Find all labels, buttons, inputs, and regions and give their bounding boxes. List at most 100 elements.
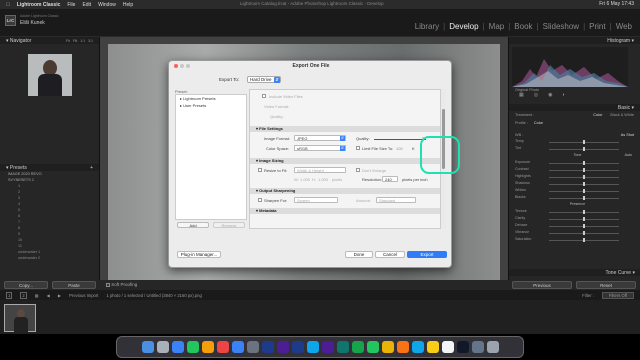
tone-auto-button[interactable]: Auto	[625, 153, 632, 157]
include-video-checkbox[interactable]	[262, 94, 266, 98]
presets-header[interactable]: ▾ Presets +	[0, 164, 99, 171]
file-settings-header[interactable]: ▾ File Settings	[250, 126, 440, 132]
navigator-header[interactable]: ▾ Navigator Fit Fill 1:1 3:1	[0, 37, 99, 44]
metadata-header[interactable]: ▾ Metadata	[250, 208, 440, 214]
height-value[interactable]: 1.000	[318, 177, 328, 182]
dock-app-icon[interactable]	[141, 341, 154, 353]
filter-select[interactable]: Filters Off	[601, 291, 634, 299]
add-preset-button[interactable]: Add	[177, 222, 209, 228]
reset-button[interactable]: Reset	[576, 281, 636, 289]
resize-checkbox[interactable]	[258, 168, 262, 172]
dock-app-icon[interactable]	[351, 341, 364, 353]
dock-app-icon[interactable]	[261, 341, 274, 353]
adjustment-slider[interactable]: Shadows	[509, 181, 640, 188]
wb-value[interactable]: As Shot	[621, 133, 634, 137]
adjustment-slider[interactable]: Whites	[509, 188, 640, 195]
histogram-header[interactable]: Histogram ▾	[509, 37, 640, 44]
sharpen-checkbox[interactable]	[258, 198, 262, 202]
cancel-button[interactable]: Cancel	[375, 251, 405, 258]
adjustment-slider[interactable]: Vibrance	[509, 230, 640, 237]
module-library[interactable]: Library	[415, 22, 439, 31]
crop-tool-icon[interactable]: ▦	[519, 92, 524, 104]
preset-user[interactable]: ▸ User Presets	[176, 102, 246, 109]
previous-import-label[interactable]: Previous Import	[69, 293, 98, 298]
adjustment-slider[interactable]: Contrast	[509, 167, 640, 174]
navigator-preview[interactable]	[28, 54, 72, 96]
heal-tool-icon[interactable]: ◎	[534, 92, 538, 104]
module-develop[interactable]: Develop	[449, 22, 478, 31]
grid-view-icon[interactable]: ▦	[35, 293, 39, 298]
copy-settings-button[interactable]: Copy...	[4, 281, 48, 289]
tone-curve-header[interactable]: Tone Curve ▾	[509, 269, 640, 276]
treatment-bw[interactable]: Black & White	[610, 113, 634, 117]
paste-settings-button[interactable]: Paste	[52, 281, 96, 289]
profile-color[interactable]: Color	[534, 121, 543, 125]
limit-size-value[interactable]: 100	[396, 146, 403, 151]
module-web[interactable]: Web	[616, 22, 632, 31]
color-space-select[interactable]: sRGB ⇵	[294, 145, 346, 151]
nav-zoom-fill[interactable]: Fill	[73, 39, 77, 43]
menu-file[interactable]: File	[67, 2, 75, 8]
adjustment-slider[interactable]: Temp	[509, 139, 640, 146]
adjustment-slider[interactable]: Blacks	[509, 195, 640, 202]
dock-app-icon[interactable]	[246, 341, 259, 353]
page-1-button[interactable]: 1	[6, 291, 13, 299]
dock-app-icon[interactable]	[426, 341, 439, 353]
adjustment-slider[interactable]: Texture	[509, 209, 640, 216]
menu-edit[interactable]: Edit	[82, 2, 91, 8]
adjustment-slider[interactable]: Saturation	[509, 237, 640, 244]
adjustment-slider[interactable]: Exposure	[509, 160, 640, 167]
add-preset-icon[interactable]: +	[90, 165, 93, 171]
back-arrow-icon[interactable]: ◀	[47, 293, 50, 298]
nav-zoom-1-1[interactable]: 1:1	[80, 39, 85, 43]
resize-select[interactable]: Width & Height	[294, 167, 346, 173]
preset-item[interactable]: underwater 2	[0, 255, 99, 261]
plugin-manager-button[interactable]: Plug-in Manager...	[177, 251, 221, 258]
dock-app-icon[interactable]	[441, 341, 454, 353]
menu-help[interactable]: Help	[123, 2, 133, 8]
adjustment-slider[interactable]: Dehaze	[509, 223, 640, 230]
adjustment-slider[interactable]: Clarity	[509, 216, 640, 223]
module-print[interactable]: Print	[589, 22, 605, 31]
width-value[interactable]: 1.000	[300, 177, 310, 182]
export-button[interactable]: Export	[407, 251, 447, 258]
dock-app-icon[interactable]	[156, 341, 169, 353]
preset-lightroom[interactable]: ▸ Lightroom Presets	[176, 95, 246, 102]
limit-size-checkbox[interactable]	[356, 146, 360, 150]
dock-app-icon[interactable]	[336, 341, 349, 353]
module-book[interactable]: Book	[514, 22, 532, 31]
dock-app-icon[interactable]	[321, 341, 334, 353]
dock-app-icon[interactable]	[381, 341, 394, 353]
dont-enlarge-checkbox[interactable]	[356, 168, 360, 172]
image-sizing-header[interactable]: ▾ Image Sizing	[250, 158, 440, 164]
menu-app-name[interactable]: Lightroom Classic	[17, 2, 61, 8]
dock-app-icon[interactable]	[201, 341, 214, 353]
adjustment-slider[interactable]: Tint	[509, 146, 640, 153]
amount-select[interactable]: Standard	[376, 197, 416, 203]
page-2-button[interactable]: 2	[20, 291, 27, 299]
nav-zoom-3-1[interactable]: 3:1	[88, 39, 93, 43]
mask-tool-icon[interactable]: ◐	[562, 92, 565, 104]
dock-app-icon[interactable]	[171, 341, 184, 353]
module-slideshow[interactable]: Slideshow	[543, 22, 579, 31]
remove-preset-button[interactable]: Remove	[213, 222, 245, 228]
forward-arrow-icon[interactable]: ▶	[58, 293, 61, 298]
dock-app-icon[interactable]	[276, 341, 289, 353]
treatment-color[interactable]: Color	[593, 113, 602, 117]
module-map[interactable]: Map	[489, 22, 505, 31]
dock-app-icon[interactable]	[471, 341, 484, 353]
redeye-tool-icon[interactable]: ◉	[548, 92, 552, 104]
dock-app-icon[interactable]	[456, 341, 469, 353]
quality-slider[interactable]	[374, 137, 426, 141]
dock-app-icon[interactable]	[411, 341, 424, 353]
menu-window[interactable]: Window	[98, 2, 116, 8]
dock-app-icon[interactable]	[186, 341, 199, 353]
dock-app-icon[interactable]	[366, 341, 379, 353]
nav-zoom-fit[interactable]: Fit	[66, 39, 70, 43]
adjustment-slider[interactable]: Highlights	[509, 174, 640, 181]
dock-app-icon[interactable]	[486, 341, 499, 353]
dock-app-icon[interactable]	[231, 341, 244, 353]
dock-app-icon[interactable]	[216, 341, 229, 353]
dock-app-icon[interactable]	[306, 341, 319, 353]
basic-header[interactable]: Basic ▾	[509, 104, 640, 111]
